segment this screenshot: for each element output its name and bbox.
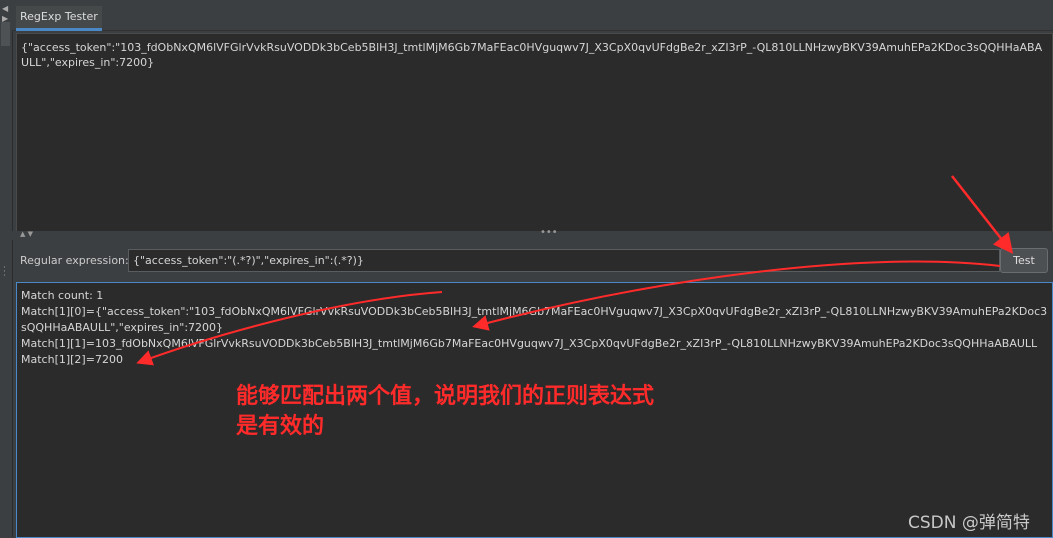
match-results-list: Match count: 1 Match[1][0]={"access_toke… — [21, 288, 1049, 368]
tab-regexp-tester[interactable]: RegExp Tester — [16, 6, 102, 31]
splitter-grip-icon[interactable]: ••• — [540, 227, 558, 238]
test-text-content: {"access_token":"103_fdObNxQM6lVFGlrVvkR… — [21, 41, 1043, 69]
annotation-line-1: 能够匹配出两个值，说明我们的正则表达式 — [236, 384, 655, 409]
collapse-left-icon[interactable]: ◀ — [2, 4, 8, 13]
side-tool-tab[interactable] — [1, 22, 10, 46]
match-line: Match[1][0]={"access_token":"103_fdObNxQ… — [21, 305, 1048, 334]
match-line: Match[1][2]=7200 — [21, 353, 123, 366]
match-count-line: Match count: 1 — [21, 289, 104, 302]
match-line: Match[1][1]=103_fdObNxQM6lVFGlrVvkRsuVOD… — [21, 337, 1038, 350]
drag-handle-icon[interactable]: · · · — [3, 264, 6, 281]
tab-bar: ••• RegExp Tester — [12, 0, 1053, 31]
panel-splitter[interactable]: ▲ ▼ ••• — [12, 227, 1053, 240]
regex-label: Regular expression: — [20, 254, 129, 267]
regex-row: Regular expression: {"access_token":"(.*… — [12, 247, 1053, 275]
splitter-arrows-icon[interactable]: ▲ ▼ — [20, 230, 33, 238]
test-text-input[interactable]: {"access_token":"103_fdObNxQM6lVFGlrVvkR… — [16, 33, 1053, 232]
annotation-text: 能够匹配出两个值，说明我们的正则表达式 是有效的 — [236, 382, 654, 442]
annotation-line-2: 是有效的 — [236, 414, 325, 439]
resize-handle-icon[interactable]: ••• — [440, 0, 458, 5]
test-button[interactable]: Test — [1000, 248, 1048, 273]
regex-input[interactable]: {"access_token":"(.*?)","expires_in":(.*… — [128, 249, 1000, 272]
watermark: CSDN @弹简特 — [908, 513, 1030, 533]
